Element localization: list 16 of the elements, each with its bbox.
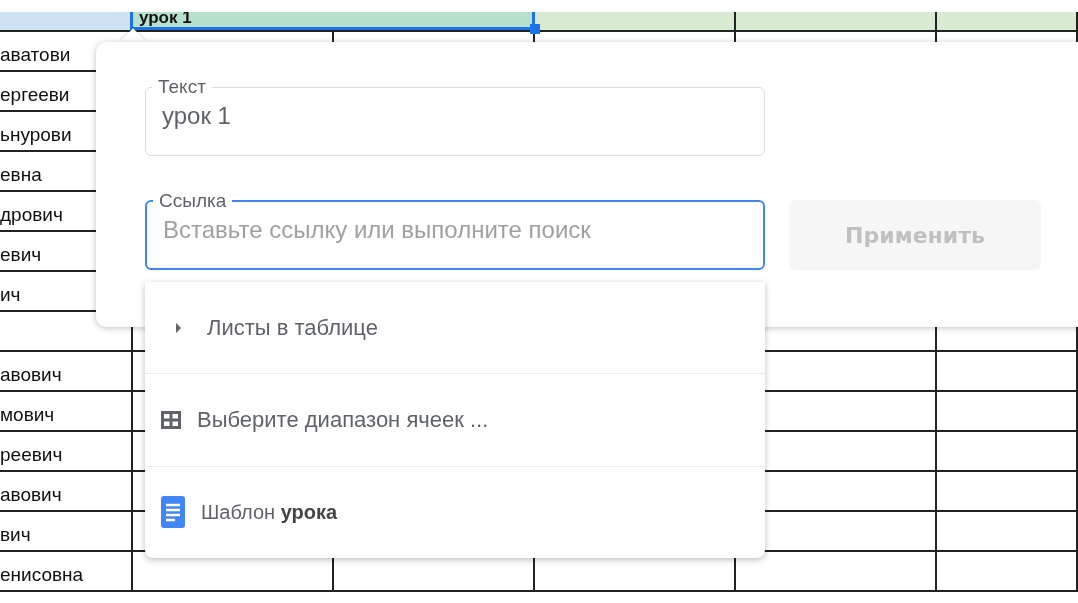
caret-icon — [173, 321, 183, 334]
table-cell: мович — [0, 392, 133, 432]
table-cell: енисовна — [0, 552, 133, 592]
document-icon — [161, 496, 185, 529]
input-area[interactable]: урок 1 — [162, 98, 748, 134]
table-cell: авович — [0, 352, 133, 392]
table-cell: вич — [0, 512, 133, 552]
grid-icon — [161, 411, 181, 429]
header-cell: урок 1 — [133, 12, 535, 30]
table-cell: реевич — [0, 432, 133, 472]
table-cell: авович — [0, 472, 133, 512]
input-area[interactable]: Вставьте ссылку или выполните поиск — [163, 212, 747, 248]
suggestion-item[interactable]: Выберите диапазон ячеек ... — [145, 374, 765, 467]
selection-handle[interactable] — [530, 24, 540, 34]
suggestion-item[interactable]: Листы в таблице — [145, 282, 765, 375]
suggestion-item[interactable]: Шаблон урока — [145, 466, 765, 558]
